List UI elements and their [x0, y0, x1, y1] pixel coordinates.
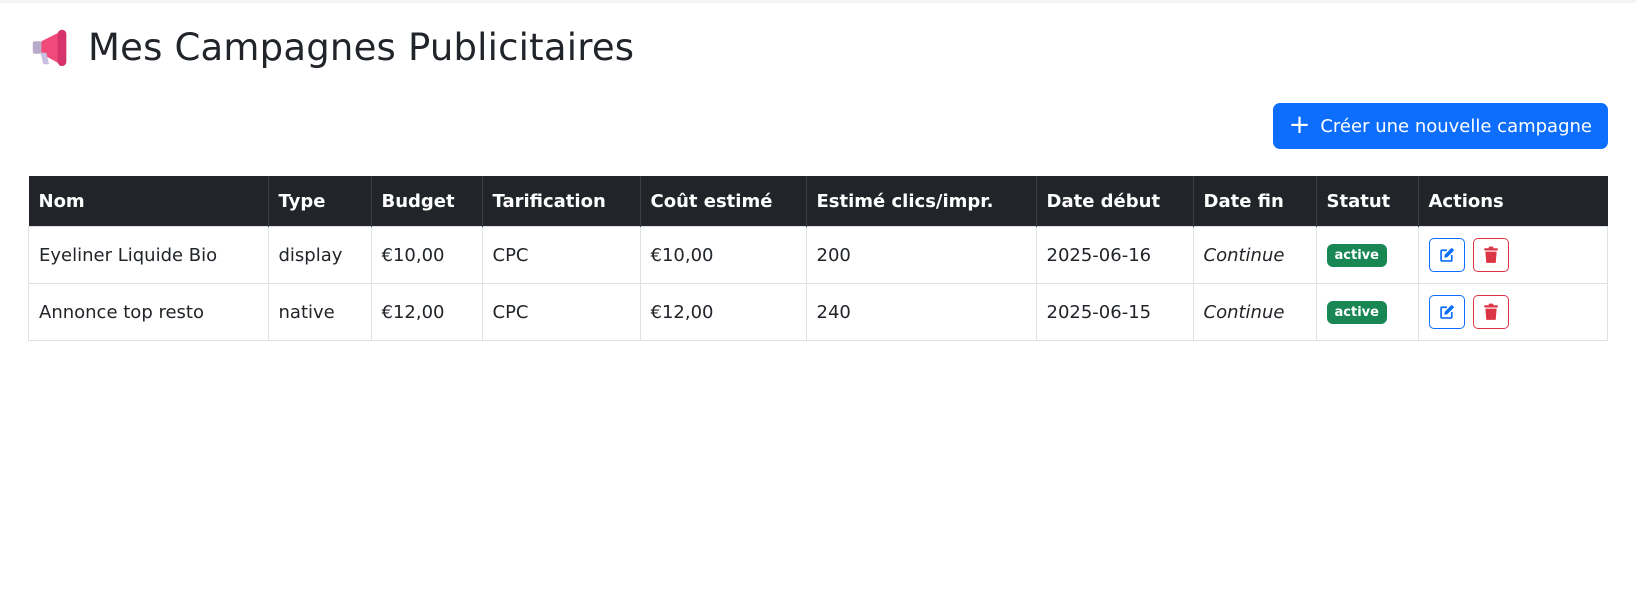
page-container: Mes Campagnes Publicitaires + Créer une …	[0, 7, 1636, 341]
cell-type: native	[267, 283, 372, 341]
cell-budget: €12,00	[370, 283, 483, 341]
delete-button[interactable]	[1472, 238, 1509, 272]
megaphone-icon	[32, 29, 67, 67]
header-cout: Coût estimé	[640, 176, 807, 227]
cell-date-debut: 2025-06-15	[1035, 283, 1194, 341]
edit-button[interactable]	[1428, 238, 1465, 272]
status-badge: active	[1326, 301, 1387, 324]
cell-date-fin: Continue	[1192, 283, 1317, 341]
cell-date-debut: 2025-06-16	[1035, 226, 1194, 284]
row-actions	[1428, 238, 1598, 272]
table-row: Eyeliner Liquide Bio display €10,00 CPC …	[28, 226, 1608, 284]
status-badge: active	[1326, 244, 1387, 267]
cell-actions	[1417, 226, 1608, 284]
edit-button[interactable]	[1428, 295, 1465, 329]
header-budget: Budget	[371, 176, 483, 227]
cell-nom: Eyeliner Liquide Bio	[28, 226, 269, 284]
trash-icon	[1483, 246, 1498, 263]
header-date-fin: Date fin	[1193, 176, 1317, 227]
table-header-row: Nom Type Budget Tarification Coût estimé…	[28, 176, 1608, 227]
edit-icon	[1439, 304, 1454, 319]
cell-estime: 200	[805, 226, 1037, 284]
cell-cout: €12,00	[639, 283, 807, 341]
header-tarification: Tarification	[482, 176, 641, 227]
plus-icon: +	[1288, 110, 1311, 140]
table-row: Annonce top resto native €12,00 CPC €12,…	[28, 283, 1608, 341]
cell-actions	[1417, 283, 1608, 341]
cell-type: display	[267, 226, 372, 284]
edit-icon	[1439, 247, 1454, 262]
header-statut: Statut	[1316, 176, 1419, 227]
header-type: Type	[268, 176, 372, 227]
cell-budget: €10,00	[370, 226, 483, 284]
cell-cout: €10,00	[639, 226, 807, 284]
cell-nom: Annonce top resto	[28, 283, 269, 341]
row-actions	[1428, 295, 1598, 329]
campaigns-table: Nom Type Budget Tarification Coût estimé…	[28, 176, 1608, 341]
title-row: Mes Campagnes Publicitaires	[28, 7, 1608, 87]
trash-icon	[1483, 303, 1498, 320]
cell-tarification: CPC	[481, 283, 641, 341]
cell-statut: active	[1315, 226, 1419, 284]
create-campaign-button[interactable]: + Créer une nouvelle campagne	[1272, 103, 1608, 149]
toolbar: + Créer une nouvelle campagne	[28, 103, 1608, 149]
header-actions: Actions	[1418, 176, 1608, 227]
header-estime: Estimé clics/impr.	[806, 176, 1037, 227]
page-title: Mes Campagnes Publicitaires	[88, 25, 635, 69]
cell-tarification: CPC	[481, 226, 641, 284]
header-nom: Nom	[28, 176, 269, 227]
cell-statut: active	[1315, 283, 1419, 341]
header-date-debut: Date début	[1036, 176, 1194, 227]
delete-button[interactable]	[1472, 295, 1509, 329]
cell-estime: 240	[805, 283, 1037, 341]
cell-date-fin: Continue	[1192, 226, 1317, 284]
create-campaign-label: Créer une nouvelle campagne	[1320, 115, 1592, 137]
